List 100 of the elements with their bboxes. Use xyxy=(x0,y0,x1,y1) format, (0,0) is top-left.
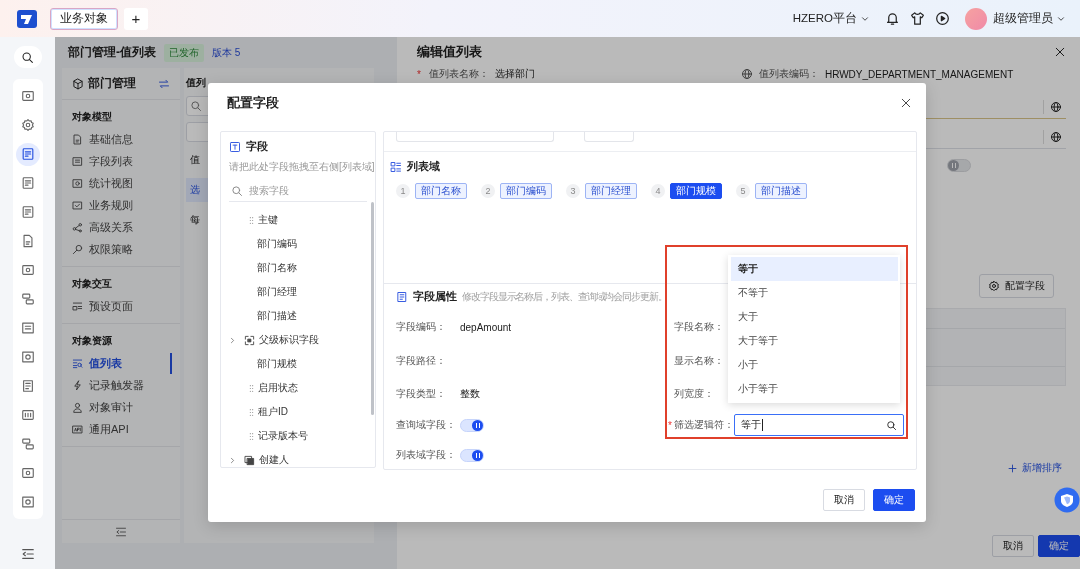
nodes-icon xyxy=(72,222,83,233)
magnifier-icon xyxy=(72,244,83,255)
field-value: HRWDY_DEPARTMENT_MANAGEMENT xyxy=(824,68,1014,80)
status-badge: 已发布 xyxy=(164,43,204,62)
assistant-button[interactable] xyxy=(1054,487,1080,513)
column-chip[interactable]: 部门名称 xyxy=(415,183,467,199)
required-mark: * xyxy=(417,68,421,80)
field-value: 整数 xyxy=(460,387,480,401)
layout-icon xyxy=(72,301,83,312)
cancel-button[interactable]: 取消 xyxy=(992,535,1034,557)
gear-icon xyxy=(20,118,35,133)
chevron-icon xyxy=(228,335,237,345)
drag-handle-icon xyxy=(247,215,256,225)
field-label: 查询域字段： xyxy=(396,418,457,432)
toggle-switch[interactable] xyxy=(460,448,484,462)
user-menu[interactable]: 超级管理员 xyxy=(993,11,1066,26)
globe-icon[interactable] xyxy=(1050,130,1062,143)
lightning-icon xyxy=(72,380,83,391)
close-button[interactable] xyxy=(1054,46,1066,58)
close-button[interactable] xyxy=(900,97,912,109)
checkbox-icon xyxy=(72,200,83,211)
field-value: depAmount xyxy=(460,321,512,333)
sidebar-item[interactable]: 记录触发器 xyxy=(72,377,180,394)
config-button[interactable]: 配置字段 xyxy=(979,274,1054,298)
input-field[interactable] xyxy=(396,132,554,142)
plus-icon xyxy=(1007,462,1018,474)
layers-icon xyxy=(20,436,35,451)
globe-icon[interactable] xyxy=(1050,100,1062,113)
column-chip[interactable]: 部门经理 xyxy=(585,183,637,199)
drag-handle-icon xyxy=(247,431,256,441)
chevron-icon xyxy=(228,455,237,465)
image-icon xyxy=(20,494,35,509)
search-icon xyxy=(21,50,34,64)
sidebar-item[interactable]: 对象审计 xyxy=(72,399,180,416)
confirm-button[interactable]: 确定 xyxy=(873,489,915,511)
close-icon xyxy=(900,97,912,109)
screen-icon xyxy=(20,263,35,278)
drag-handle-icon xyxy=(247,407,256,417)
order-number: 2 xyxy=(481,184,495,198)
hint-text: 请把此处字段拖拽至右侧[列表域] xyxy=(228,160,375,174)
nav-item[interactable] xyxy=(15,142,40,166)
section-title: 列表域 xyxy=(407,160,440,174)
column-chip[interactable]: 部门编码 xyxy=(500,183,552,199)
platform-switcher[interactable]: HZERO平台 xyxy=(792,11,870,26)
shirt-icon[interactable] xyxy=(910,11,925,26)
cube-icon xyxy=(72,77,84,90)
drawer-title: 编辑值列表 xyxy=(417,43,482,61)
globe-icon xyxy=(740,68,753,80)
dropdown-option[interactable]: 小于等于 xyxy=(731,377,898,401)
select-field[interactable]: 等于 xyxy=(733,414,904,436)
sidebar-item[interactable]: 通用API xyxy=(72,421,180,438)
sidebar-item[interactable]: 字段列表 xyxy=(72,153,180,170)
version-label: 版本 5 xyxy=(212,45,241,60)
sidebar-item[interactable]: 统计视图 xyxy=(72,175,180,192)
collapse-button[interactable] xyxy=(20,547,35,561)
bell-icon[interactable] xyxy=(885,11,900,26)
scrollbar[interactable] xyxy=(371,202,374,415)
add-tab-button[interactable]: + xyxy=(124,7,148,30)
search-button[interactable] xyxy=(13,46,42,68)
text-field-icon xyxy=(229,141,241,153)
dropdown-option[interactable]: 不等于 xyxy=(731,281,898,305)
add-sort-link[interactable]: 新增排序 xyxy=(1007,461,1062,475)
field-label: 列宽度： xyxy=(674,387,715,401)
field-group[interactable]: 创建人 xyxy=(221,448,375,467)
document-icon xyxy=(72,134,83,145)
dropdown-option[interactable]: 等于 xyxy=(731,257,898,281)
toggle-switch[interactable] xyxy=(947,159,971,172)
person-icon xyxy=(72,402,83,413)
input-field[interactable] xyxy=(584,132,634,142)
column-chip[interactable]: 部门规模 xyxy=(670,183,722,199)
dropdown-option[interactable]: 大于 xyxy=(731,305,898,329)
panel-title: 字段 xyxy=(246,140,268,154)
play-icon[interactable] xyxy=(935,11,950,26)
column-chip[interactable]: 部门描述 xyxy=(755,183,807,199)
field-label: 显示名称： xyxy=(674,354,725,368)
field-label: 筛选逻辑符： xyxy=(673,418,734,432)
field-label: 值列表名称： xyxy=(428,67,489,81)
screen-icon xyxy=(20,89,35,104)
field-label: 字段名称： xyxy=(674,320,725,334)
sidebar-item[interactable]: 值列表 xyxy=(72,355,180,372)
search-icon xyxy=(190,100,202,112)
dropdown-option[interactable]: 大于等于 xyxy=(731,329,898,353)
cancel-button[interactable]: 取消 xyxy=(823,489,865,511)
collapse-icon[interactable] xyxy=(115,525,127,538)
collapse-icon xyxy=(20,547,35,561)
tab[interactable]: 业务对象 xyxy=(50,7,118,30)
sidebar-item[interactable]: 业务规则 xyxy=(72,197,180,214)
field-label: 列表域字段： xyxy=(396,448,457,462)
sidebar-item[interactable]: 基础信息 xyxy=(72,131,180,148)
gear-icon xyxy=(988,280,1000,292)
toggle-switch[interactable] xyxy=(460,418,484,432)
confirm-button[interactable]: 确定 xyxy=(1038,535,1080,557)
sidebar-item[interactable]: 高级关系 xyxy=(72,219,180,236)
sidebar-item[interactable]: 权限策略 xyxy=(72,241,180,258)
logo-icon xyxy=(17,9,37,28)
list-search-icon xyxy=(72,358,83,369)
field-value: 选择部门 xyxy=(494,67,536,81)
field-item[interactable]: 记录版本号 xyxy=(221,424,375,448)
dropdown-option[interactable]: 小于 xyxy=(731,353,898,377)
sidebar-item[interactable]: 预设页面 xyxy=(72,298,180,315)
